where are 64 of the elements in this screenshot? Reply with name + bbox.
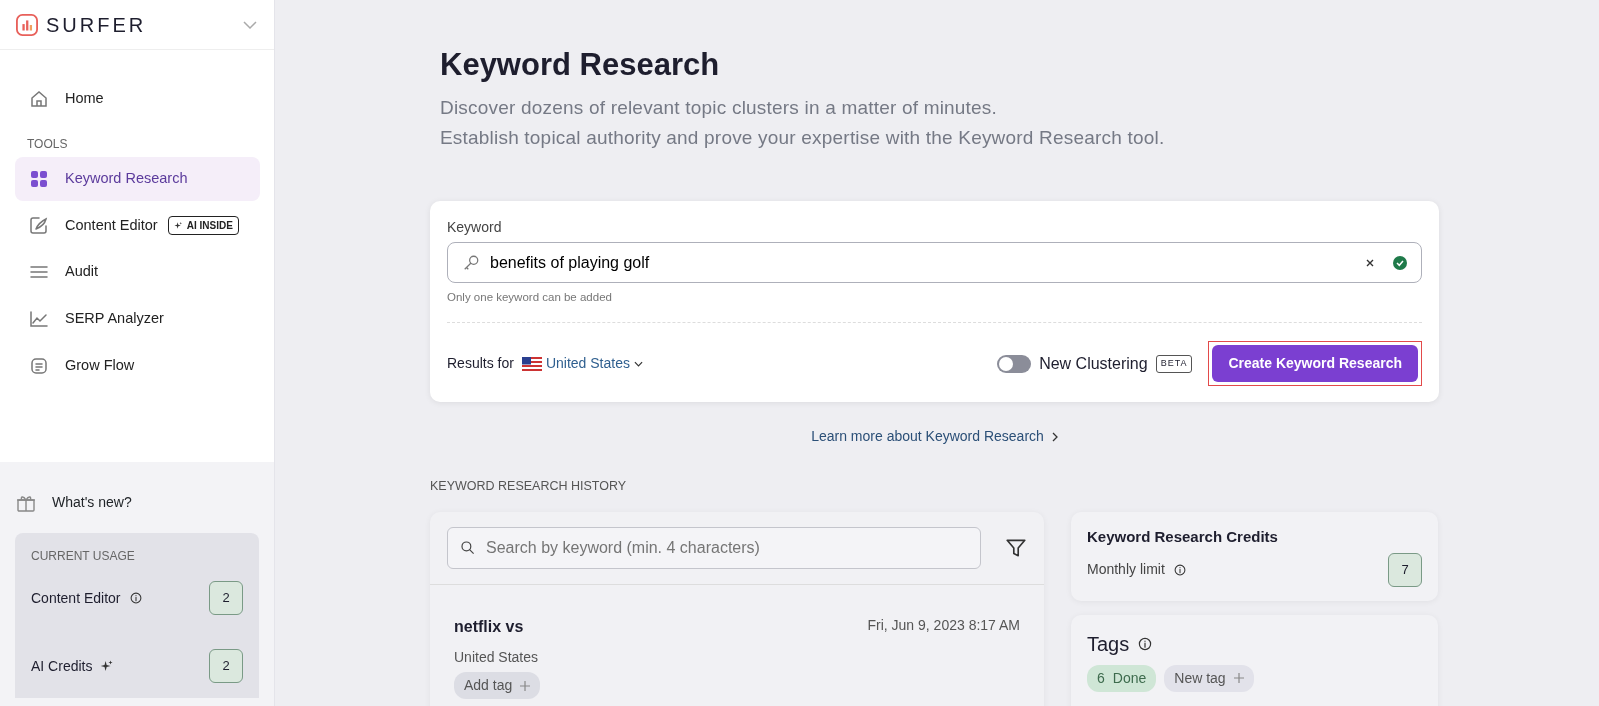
sparkle-icon — [100, 659, 115, 673]
home-icon — [29, 88, 49, 109]
sidebar-item[interactable]: Grow Flow — [15, 343, 260, 388]
field-label: Keyword — [447, 218, 503, 238]
tag-count: 6 — [1097, 668, 1105, 688]
sparkle-icon — [173, 220, 183, 230]
entry-date: Fri, Jun 9, 2023 8:17 AM — [867, 616, 1020, 636]
edit-icon — [29, 215, 49, 236]
info-icon — [128, 591, 143, 605]
info-icon — [1137, 635, 1154, 652]
usage-count: 2 — [209, 649, 243, 683]
credits-label: Monthly limit — [1087, 560, 1165, 580]
caret-icon — [634, 360, 643, 367]
sidebar-item[interactable]: Audit — [15, 250, 260, 294]
page-title: Keyword Research — [440, 46, 721, 84]
search-field[interactable]: Search by keyword (min. 4 characters) — [447, 527, 981, 570]
add-tag-button[interactable]: Add tag — [454, 672, 541, 700]
usage-label: Content Editor — [31, 588, 121, 608]
keyword-field[interactable]: benefits of playing golf — [447, 242, 1422, 284]
usage-label: AI Credits — [31, 656, 93, 676]
sidebar-item[interactable]: SERP Analyzer — [15, 297, 260, 341]
subtitle-line: Discover dozens of relevant topic clusters in a matter of minutes. — [440, 96, 999, 121]
entry-keyword[interactable]: netflix vs — [454, 615, 524, 640]
hint-text: Only one keyword can be added — [447, 290, 613, 306]
chevron-right-icon — [1051, 431, 1058, 442]
usage-title: CURRENT USAGE — [31, 548, 136, 565]
tag-pill[interactable]: New tag — [1164, 664, 1254, 692]
info-icon — [1172, 562, 1187, 577]
beta-tag: BETA — [1155, 355, 1193, 373]
section-heading: KEYWORD RESEARCH HISTORY — [430, 478, 628, 496]
tag-label: New tag — [1174, 668, 1226, 688]
toggle-label: New Clustering — [1039, 353, 1148, 374]
grid-icon — [29, 168, 49, 189]
sidebar-item[interactable]: Content Editor AI INSIDE — [15, 203, 260, 248]
logo-icon — [16, 13, 38, 36]
flag-icon — [521, 356, 542, 371]
entry-country: United States — [454, 648, 540, 668]
country-dropdown[interactable]: United States — [545, 353, 643, 375]
search-input[interactable]: Search by keyword (min. 4 characters) — [484, 535, 968, 562]
card-title: Tags — [1087, 631, 1130, 657]
sidebar-item[interactable]: Keyword Research — [15, 156, 260, 201]
card-title: Keyword Research Credits — [1087, 527, 1279, 548]
whats-new-link[interactable]: What's new? — [52, 492, 132, 513]
document-icon — [29, 355, 49, 376]
ai-badge: AI INSIDE — [167, 215, 239, 235]
logo-text: SURFER — [46, 12, 147, 38]
credits-count: 7 — [1388, 552, 1422, 587]
subtitle-line: Establish topical authority and prove your expertise with the Keyword Research tool. — [440, 126, 1166, 151]
section-label: TOOLS — [27, 135, 69, 153]
plus-icon — [520, 680, 531, 691]
results-label: Results for — [447, 354, 514, 374]
clear-icon[interactable] — [1365, 257, 1375, 268]
usage-count: 2 — [209, 581, 243, 615]
search-icon — [460, 540, 476, 557]
create-button[interactable]: Create Keyword Research — [1212, 345, 1418, 383]
toggle-switch[interactable] — [997, 354, 1032, 373]
tag-pill[interactable]: 6 Done — [1087, 664, 1157, 692]
plus-icon — [1233, 673, 1244, 684]
line-chart-icon — [29, 308, 49, 329]
keyword-input[interactable]: benefits of playing golf — [488, 249, 1357, 276]
tag-label: Done — [1112, 668, 1147, 688]
learn-more-link[interactable]: Learn more about Keyword Research — [811, 426, 1058, 448]
sidebar-item[interactable]: Home — [15, 77, 260, 121]
key-icon — [462, 253, 480, 272]
